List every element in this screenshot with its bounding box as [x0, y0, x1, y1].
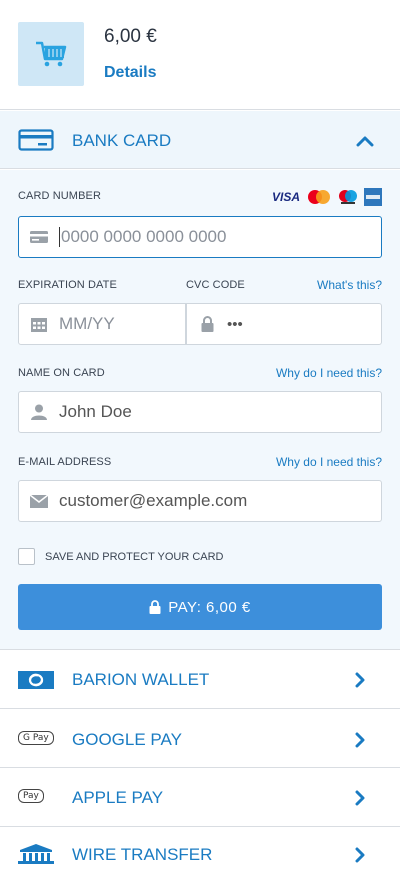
chevron-right-icon: [355, 790, 365, 806]
barion-wallet-icon: [18, 671, 54, 689]
chevron-up-icon[interactable]: [356, 135, 374, 147]
cart-thumbnail: [18, 22, 84, 86]
card-number-label: CARD NUMBER: [18, 190, 101, 202]
barion-wallet-label: BARION WALLET: [72, 670, 210, 689]
bank-card-title: BANK CARD: [72, 131, 172, 150]
chevron-right-icon: [355, 672, 365, 688]
padlock-icon: [201, 316, 213, 332]
cvc-code-label: CVC CODE: [186, 279, 245, 291]
bank-building-icon: [18, 844, 54, 864]
cvc-help-link[interactable]: What's this?: [317, 278, 382, 292]
expiration-date-placeholder: MM/YY: [59, 314, 115, 333]
card-number-input[interactable]: 0000 0000 0000 0000: [18, 216, 382, 258]
email-label: E-MAIL ADDRESS: [18, 456, 112, 468]
order-summary-header: 6,00 € Details: [0, 0, 400, 110]
email-input[interactable]: customer@example.com: [18, 480, 382, 522]
name-help-link[interactable]: Why do I need this?: [276, 366, 382, 380]
card-number-placeholder: 0000 0000 0000 0000: [61, 226, 227, 246]
name-on-card-label: NAME ON CARD: [18, 367, 105, 379]
google-pay-icon: G Pay: [18, 731, 54, 745]
order-amount: 6,00 €: [104, 26, 157, 47]
expiration-date-label: EXPIRATION DATE: [18, 279, 117, 291]
amex-logo-icon: [364, 188, 382, 206]
maestro-logo-icon: [339, 190, 357, 204]
cvc-code-input[interactable]: •••: [186, 303, 382, 345]
card-number-icon: [30, 231, 48, 243]
pay-label: PAY:: [168, 598, 202, 616]
user-icon: [31, 404, 47, 420]
shopping-cart-icon: [36, 41, 67, 67]
chevron-right-icon: [355, 847, 365, 863]
mastercard-logo-icon: [308, 190, 330, 204]
visa-logo-icon: VISA: [271, 190, 300, 204]
save-card-label: SAVE AND PROTECT YOUR CARD: [45, 551, 224, 563]
chevron-right-icon: [355, 732, 365, 748]
bank-card-section-header[interactable]: BANK CARD: [0, 111, 400, 169]
apple-pay-icon: Pay: [18, 789, 44, 803]
payment-method-wire-transfer[interactable]: WIRE TRANSFER: [0, 828, 400, 886]
payment-method-barion-wallet[interactable]: BARION WALLET: [0, 651, 400, 709]
card-brands: VISA: [272, 188, 382, 206]
name-on-card-input[interactable]: John Doe: [18, 391, 382, 433]
email-help-link[interactable]: Why do I need this?: [276, 455, 382, 469]
expiration-date-input[interactable]: MM/YY: [18, 303, 186, 345]
cvc-placeholder: •••: [227, 315, 243, 333]
google-pay-label: GOOGLE PAY: [72, 730, 182, 749]
wire-transfer-label: WIRE TRANSFER: [72, 845, 213, 864]
apple-pay-label: APPLE PAY: [72, 788, 164, 807]
pay-button[interactable]: PAY: 6,00 €: [18, 584, 382, 630]
envelope-icon: [30, 494, 48, 508]
save-card-checkbox[interactable]: [18, 548, 35, 565]
pay-amount: 6,00 €: [206, 598, 251, 616]
lock-icon: [149, 600, 161, 614]
calendar-icon: [31, 317, 47, 332]
credit-card-icon: [18, 129, 54, 151]
name-placeholder: John Doe: [59, 402, 132, 421]
payment-method-google-pay[interactable]: G Pay GOOGLE PAY: [0, 710, 400, 768]
email-placeholder: customer@example.com: [59, 491, 248, 510]
bank-card-form: CARD NUMBER VISA 0000 0000 0000 0000 EXP…: [0, 170, 400, 650]
payment-method-apple-pay[interactable]: Pay APPLE PAY: [0, 769, 400, 827]
details-link[interactable]: Details: [104, 64, 156, 82]
